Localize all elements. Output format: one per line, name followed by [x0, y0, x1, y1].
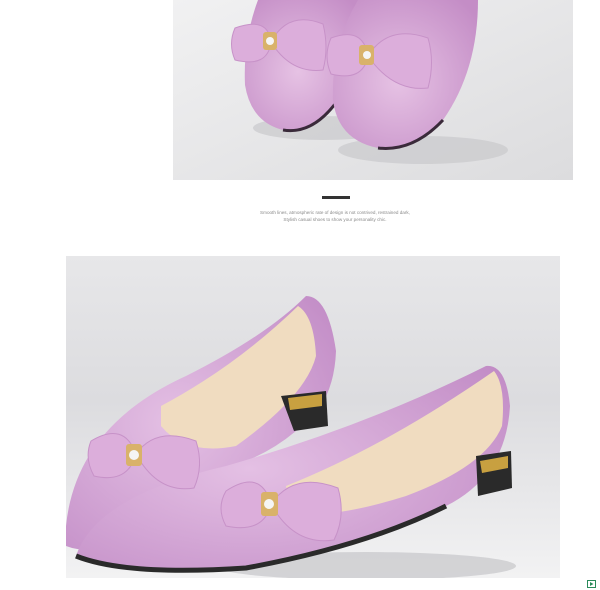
- section-divider: [322, 196, 350, 199]
- caption-line-1: Smooth lines, atmospheric rate of design…: [260, 210, 410, 215]
- play-icon: [590, 582, 594, 586]
- caption-line-2: Stylish casual shoes to show your person…: [283, 217, 387, 222]
- product-caption: Smooth lines, atmospheric rate of design…: [200, 209, 470, 223]
- product-photo-bottom: [66, 256, 560, 578]
- play-button[interactable]: [587, 580, 596, 588]
- product-photo-top: [173, 0, 573, 180]
